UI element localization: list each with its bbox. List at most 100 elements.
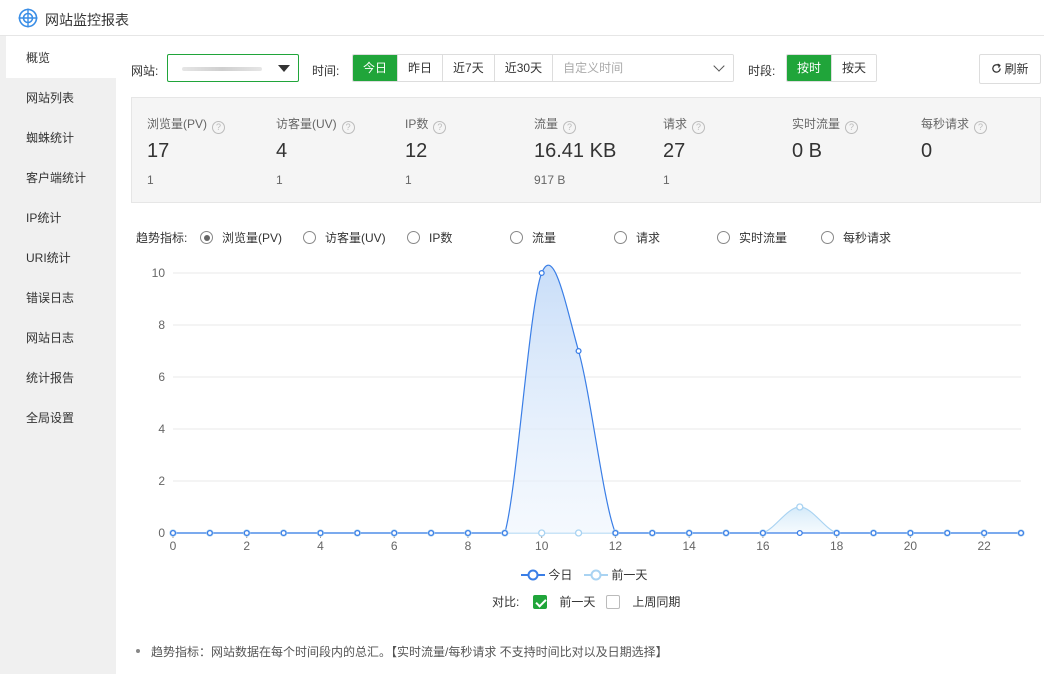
sidebar-item-client-stats[interactable]: 客户端统计 [6,158,116,198]
period-daily-button[interactable]: 按天 [832,55,877,81]
main-panel: 网站: 时间: 今日 昨日 近7天 近30天 自定义时间 时段: 按时 按天 刷… [116,36,1044,674]
period-label: 时段: [748,64,776,78]
compare-prev-day[interactable]: 前一天 [533,593,595,610]
x-tick-label: 12 [609,539,623,553]
trend-option-pv[interactable]: 浏览量(PV) [200,229,282,246]
legend-line-today [521,569,545,581]
help-icon[interactable]: ? [433,121,447,134]
sidebar-item-error-log[interactable]: 错误日志 [6,278,116,318]
help-icon[interactable]: ? [845,121,859,134]
site-select[interactable] [167,54,299,82]
stat-realtime-traffic: 实时流量? 0 B [792,98,920,204]
help-icon[interactable]: ? [563,121,577,134]
monitor-logo-icon [18,8,38,28]
data-point [759,529,766,537]
stat-pv: 浏览量(PV)? 17 1 [147,98,275,204]
help-icon[interactable]: ? [692,121,706,134]
stat-requests-per-second: 每秒请求? 0 [921,98,1044,204]
time-yesterday-button[interactable]: 昨日 [398,55,444,81]
sidebar-item-global-settings[interactable]: 全局设置 [6,398,116,438]
sidebar: 概览 网站列表 蜘蛛统计 客户端统计 IP统计 URI统计 错误日志 网站日志 … [6,38,116,674]
x-tick-label: 10 [535,539,549,553]
custom-time-input[interactable]: 自定义时间 [553,55,734,81]
stat-name: 每秒请求 [921,117,970,131]
stat-traffic: 流量? 16.41 KB 917 B [534,98,662,204]
stat-name: 访客量(UV) [276,117,337,131]
trend-option-uv[interactable]: 访客量(UV) [303,229,386,246]
radio-unchecked [510,231,523,244]
radio-unchecked [303,231,316,244]
footnote: 趋势指标：网站数据在每个时间段内的总汇。【实时流量/每秒请求 不支持时间比对以及… [136,643,668,660]
custom-time-placeholder: 自定义时间 [563,61,624,75]
y-tick-label: 6 [158,370,165,384]
compare-last-week[interactable]: 上周同期 [606,593,680,610]
trend-option-label: 浏览量(PV) [222,231,283,245]
x-tick-label: 20 [904,539,918,553]
data-point [870,529,877,537]
sidebar-item-ip-stats[interactable]: IP统计 [6,198,116,238]
trend-option-label: 流量 [532,231,557,245]
data-point [428,529,435,537]
x-tick-label: 22 [977,539,991,553]
trend-option-rps[interactable]: 每秒请求 [821,229,891,246]
legend-item-today[interactable]: 今日 [521,566,572,583]
data-point [796,529,803,537]
trend-option-label: 访客量(UV) [325,231,386,245]
data-point [1017,529,1025,537]
stat-previous: 1 [147,173,154,187]
trend-chart: 0 2 4 6 8 10 0 2 4 6 8 10 12 14 16 18 20 22 [152,264,1025,553]
sidebar-item-report[interactable]: 统计报告 [6,358,116,398]
stat-previous: 1 [405,173,412,187]
time-7days-button[interactable]: 近7天 [443,55,495,81]
data-point [686,529,693,537]
data-point [391,529,398,537]
radio-unchecked [614,231,627,244]
legend-label: 前一天 [611,568,648,582]
trend-option-realtime-traffic[interactable]: 实时流量 [717,229,787,246]
trend-option-ip[interactable]: IP数 [407,229,452,246]
data-point [464,529,472,537]
y-tick-label: 0 [158,526,165,540]
refresh-icon [992,63,1002,73]
sidebar-item-uri-stats[interactable]: URI统计 [6,238,116,278]
stat-requests: 请求? 27 1 [663,98,791,204]
sidebar-item-site-list[interactable]: 网站列表 [6,78,116,118]
data-point [317,529,324,537]
radio-unchecked [821,231,834,244]
stat-value: 0 B [792,140,823,162]
help-icon[interactable]: ? [341,121,355,134]
radio-unchecked [717,231,730,244]
checkbox-unchecked[interactable] [606,595,620,609]
sidebar-item-site-log[interactable]: 网站日志 [6,318,116,358]
data-point [354,529,361,537]
data-point [280,529,287,537]
trend-label: 趋势指标: [136,231,188,245]
stat-value: 16.41 KB [534,140,617,162]
stat-name: 流量 [534,117,559,131]
trend-option-requests[interactable]: 请求 [614,229,660,246]
sidebar-item-overview[interactable]: 概览 [6,38,116,78]
x-tick-label: 18 [830,539,844,553]
help-icon[interactable]: ? [974,121,988,134]
trend-option-traffic[interactable]: 流量 [510,229,556,246]
legend-line-prev-day [584,569,608,581]
legend-item-prev-day[interactable]: 前一天 [584,566,647,583]
site-label: 网站: [131,64,159,78]
y-tick-label: 2 [158,474,165,488]
time-30days-button[interactable]: 近30天 [494,55,554,81]
series-area [173,265,1021,533]
caret-down-icon [278,65,290,72]
refresh-button[interactable]: 刷新 [979,54,1041,84]
data-point [833,529,840,537]
help-icon[interactable]: ? [212,121,226,134]
trend-option-label: 请求 [636,231,661,245]
data-point [538,529,546,537]
time-today-button[interactable]: 今日 [353,55,399,81]
time-label: 时间: [312,64,340,78]
checkbox-checked[interactable] [533,595,547,609]
stat-previous: 1 [663,173,670,187]
sidebar-item-spider-stats[interactable]: 蜘蛛统计 [6,118,116,158]
bullet-icon [136,649,140,653]
period-hourly-button[interactable]: 按时 [787,55,833,81]
x-tick-label: 8 [465,539,472,553]
